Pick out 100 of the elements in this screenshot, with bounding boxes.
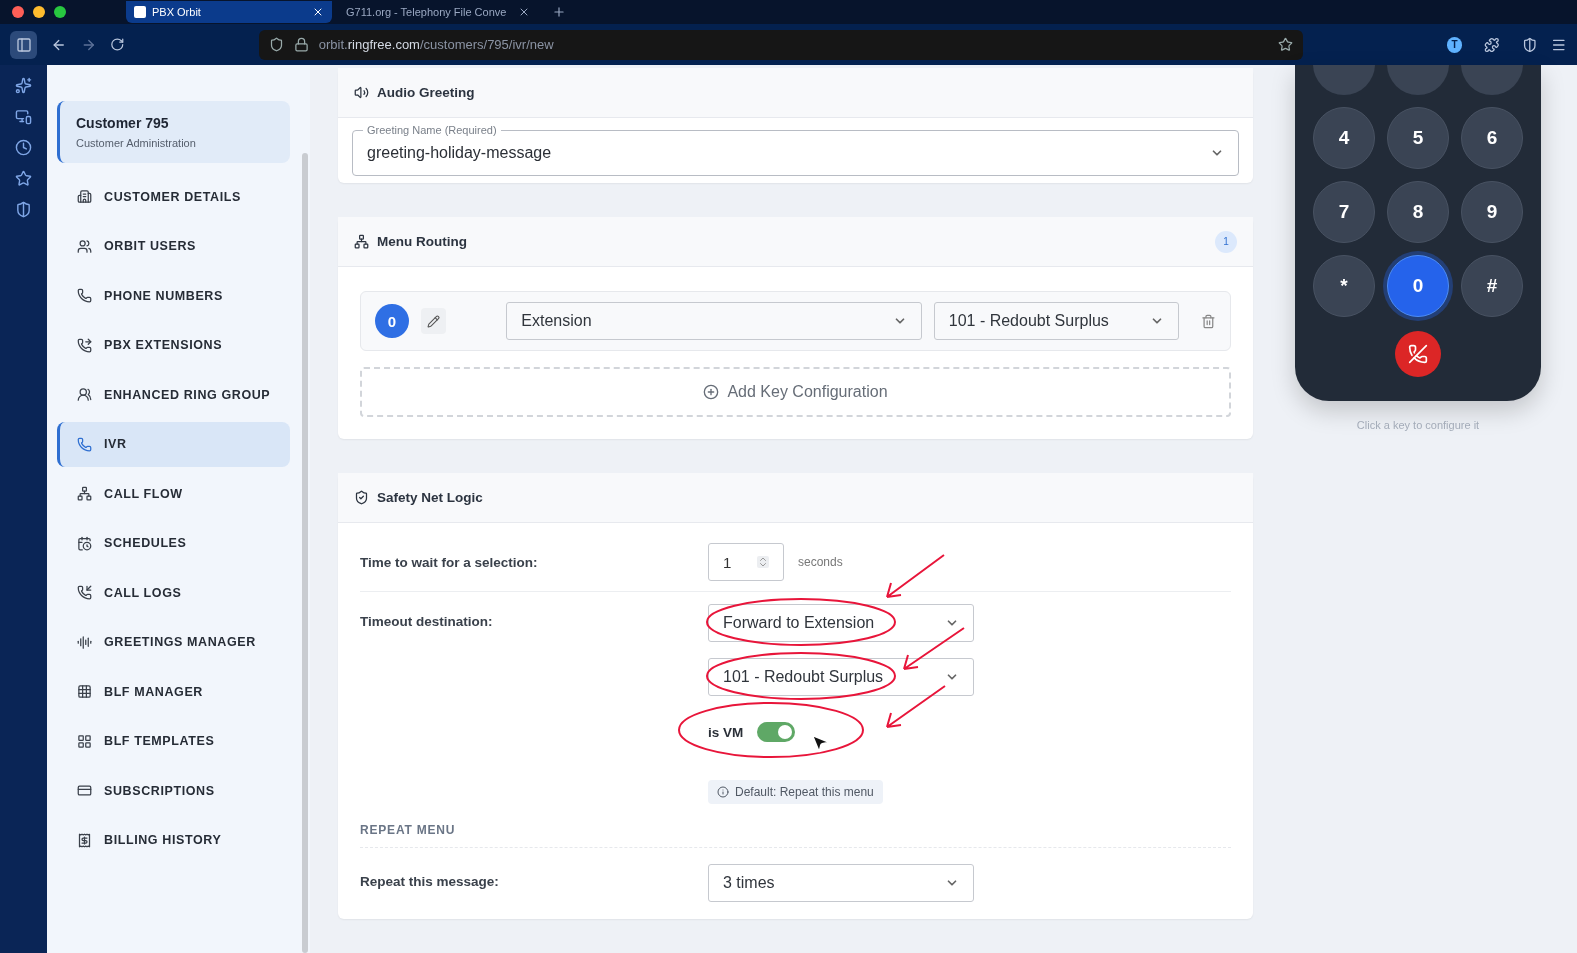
phone-icon [77, 288, 92, 304]
sidebar-item[interactable]: SCHEDULES [57, 520, 290, 566]
keypad-key[interactable]: 6 [1461, 107, 1523, 169]
sidebar-item[interactable]: BLF TEMPLATES [57, 718, 290, 764]
hierarchy-icon [77, 486, 92, 502]
sidebar-item[interactable]: BILLING HISTORY [57, 817, 290, 863]
card-title: Safety Net Logic [377, 490, 483, 505]
shield-extension-icon[interactable] [15, 201, 32, 218]
default-hint: Default: Repeat this menu [708, 780, 883, 804]
profile-avatar[interactable]: T [1446, 36, 1463, 53]
sidebar-item[interactable]: CUSTOMER DETAILS [57, 174, 290, 220]
zoom-window-button[interactable] [54, 6, 66, 18]
address-bar[interactable]: orbit.ringfree.com/customers/795/ivr/new [258, 29, 1303, 60]
favicon-icon [134, 6, 146, 18]
audio-icon [77, 634, 92, 650]
field-label: Repeat this message: [360, 873, 500, 891]
keypad-key[interactable]: 8 [1387, 181, 1449, 243]
group-icon [77, 387, 92, 403]
building-icon [77, 189, 92, 205]
spinner-icon[interactable] [757, 556, 769, 568]
sidebar-item[interactable]: ORBIT USERS [57, 223, 290, 269]
delete-icon[interactable] [1201, 313, 1217, 329]
card-title: Menu Routing [377, 234, 467, 249]
keypad-key[interactable]: 7 [1313, 181, 1375, 243]
unit-label: seconds [798, 555, 843, 569]
sidebar-item[interactable]: BLF MANAGER [57, 669, 290, 715]
hierarchy-icon [354, 234, 369, 249]
scrollbar-thumb[interactable] [302, 153, 308, 953]
plus-circle-icon [703, 384, 720, 400]
sidebar-item[interactable]: IVR [57, 421, 290, 467]
sidebar-icon [15, 36, 32, 53]
keypad-key[interactable]: 9 [1461, 181, 1523, 243]
edit-button[interactable] [420, 308, 447, 334]
annotation-arrow [903, 627, 965, 670]
close-window-button[interactable] [12, 6, 24, 18]
star-icon[interactable] [15, 170, 32, 187]
info-icon [717, 786, 729, 798]
devices-icon[interactable] [15, 108, 32, 125]
shield-extension-icon[interactable] [1521, 36, 1538, 53]
keypad-key[interactable]: 0 [1387, 255, 1449, 317]
wait-number-field[interactable]: 1 [708, 543, 784, 581]
new-tab-icon[interactable] [552, 5, 566, 19]
count-badge: 1 [1215, 230, 1237, 253]
tiles-icon [77, 733, 92, 749]
destination-select[interactable]: Forward to Extension [708, 604, 974, 642]
target-select[interactable]: 101 - Redoubt Surplus [708, 658, 974, 696]
field-label: Time to wait for a selection: [360, 554, 539, 572]
phone-icon [77, 436, 92, 452]
minimize-window-button[interactable] [33, 6, 45, 18]
sidebar-item[interactable]: CALL FLOW [57, 471, 290, 517]
sidebar-item[interactable]: CALL LOGS [57, 570, 290, 616]
annotation-arrow [886, 685, 946, 728]
section-heading: REPEAT MENU [360, 813, 1231, 848]
calendar-icon [77, 535, 92, 551]
keypad-key[interactable]: 5 [1387, 107, 1449, 169]
shield-check-icon [354, 490, 369, 505]
key-badge: 0 [375, 304, 409, 338]
sidebar-item[interactable]: SUBSCRIPTIONS [57, 768, 290, 814]
hang-up-button[interactable] [1395, 331, 1441, 377]
close-tab-icon[interactable] [518, 6, 530, 18]
speaker-icon [354, 85, 369, 100]
annotation-arrow [886, 554, 945, 598]
target-select[interactable]: 101 - Redoubt Surplus [933, 302, 1180, 340]
shield-icon [268, 37, 284, 52]
users-icon [77, 238, 92, 254]
keypad-key[interactable]: * [1313, 255, 1375, 317]
toggle-label: is VM [708, 724, 744, 740]
repeat-select[interactable]: 3 times [708, 864, 974, 902]
customer-subtitle: Customer Administration [76, 137, 197, 149]
customer-card[interactable]: Customer 795 Customer Administration [57, 101, 290, 163]
sidebar-toggle-button[interactable] [10, 30, 38, 59]
sidebar-item[interactable]: GREETINGS MANAGER [57, 619, 290, 665]
action-select[interactable]: Extension [506, 302, 922, 340]
vm-toggle[interactable] [757, 722, 796, 742]
sidebar-item[interactable]: PBX EXTENSIONS [57, 322, 290, 368]
browser-tab[interactable]: PBX Orbit [126, 1, 332, 23]
reload-icon[interactable] [110, 37, 125, 52]
keypad-key[interactable]: 4 [1313, 107, 1375, 169]
keypad-hint: Click a key to configure it [1356, 419, 1480, 431]
card-icon [77, 783, 92, 799]
extensions-icon[interactable] [1484, 36, 1500, 53]
sidebar-item[interactable]: PHONE NUMBERS [57, 273, 290, 319]
customer-name: Customer 795 [76, 115, 170, 131]
grid-icon [77, 684, 92, 700]
phone-incoming-icon [77, 585, 92, 601]
history-icon[interactable] [15, 139, 32, 156]
keypad-key[interactable]: # [1461, 255, 1523, 317]
browser-tab[interactable]: G711.org - Telephony File Conve [338, 1, 538, 23]
receipt-icon [77, 832, 92, 848]
bookmark-star-icon[interactable] [1277, 37, 1293, 52]
close-tab-icon[interactable] [312, 6, 324, 18]
lock-icon [293, 37, 309, 52]
hang-up-icon [1408, 344, 1428, 364]
sidebar-item[interactable]: ENHANCED RING GROUP [57, 372, 290, 418]
field-label: Timeout destination: [360, 613, 494, 631]
sparkles-icon[interactable] [15, 77, 32, 94]
pencil-icon [426, 314, 440, 328]
card-title: Audio Greeting [377, 85, 475, 100]
phone-forward-icon [77, 337, 92, 353]
add-key-button[interactable]: Add Key Configuration [360, 367, 1231, 417]
